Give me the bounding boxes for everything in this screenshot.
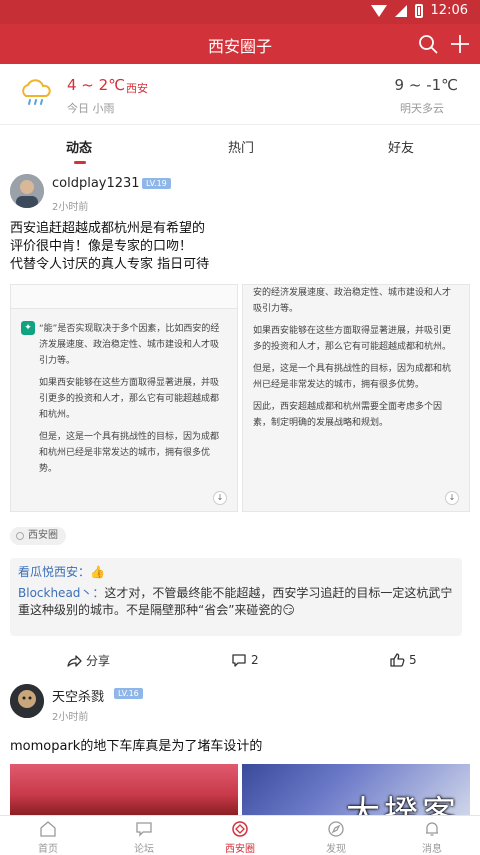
scroll-down-icon: ↓ bbox=[445, 491, 459, 505]
rain-cloud-icon bbox=[22, 79, 51, 105]
circle-icon bbox=[232, 821, 248, 837]
app-header: 西安圈子 bbox=[0, 24, 480, 64]
post-actions: 分享 2 5 bbox=[0, 646, 480, 676]
post-username[interactable]: 天空杀戮 bbox=[52, 686, 104, 705]
nav-home-label: 首页 bbox=[38, 844, 58, 855]
screenshot-paragraph: 如果西安能够在这些方面取得显著进展，并吸引更多的投资和人才，那么它有可能超越成都… bbox=[39, 378, 220, 420]
circle-tag-label: 西安圈 bbox=[28, 530, 58, 541]
comment-item: Blockhead丶：这才对，不管最终能不能超越，西安学习追赶的目标一定这杭武宁… bbox=[18, 585, 454, 619]
screenshot-text: “能”是否实现取决于多个因素，比如西安的经济发展速度、政治稳定性、城市建设和人才… bbox=[39, 321, 227, 483]
compass-icon bbox=[328, 821, 344, 837]
scroll-down-icon: ↓ bbox=[213, 491, 227, 505]
today-weather-desc: 今日 小雨 bbox=[67, 102, 115, 115]
comment-author[interactable]: Blockhead丶： bbox=[18, 586, 104, 600]
avatar[interactable] bbox=[10, 684, 44, 718]
avatar[interactable] bbox=[10, 174, 44, 208]
weather-widget[interactable]: 4 ~ 2℃ 西安 今日 小雨 9 ~ -1℃ 明天多云 bbox=[0, 64, 480, 124]
page-title: 西安圈子 bbox=[207, 37, 272, 56]
feed-tabs: 动态 热门 好友 bbox=[0, 124, 480, 170]
screenshot-paragraph: 但是，这是一个具有挑战性的目标，因为成都和杭州已经是非常发达的城市，拥有很多优势… bbox=[253, 364, 452, 390]
nav-xian-circle-label: 西安圈 bbox=[225, 844, 255, 855]
post-image-right[interactable]: 安的经济发展速度、政治稳定性、城市建设和人才吸引力等。 如果西安能够在这些方面取… bbox=[242, 284, 470, 512]
search-icon[interactable] bbox=[418, 34, 438, 54]
battery-icon bbox=[414, 3, 423, 18]
comment-item: 看瓜悦西安：👍 bbox=[18, 564, 454, 581]
nav-messages-label: 消息 bbox=[422, 844, 442, 855]
nav-home[interactable]: 首页 bbox=[18, 816, 78, 855]
thumbs-up-icon bbox=[390, 653, 405, 667]
tomorrow-temperature: 9 ~ -1℃ bbox=[394, 76, 458, 94]
comment-preview[interactable]: 看瓜悦西安：👍 Blockhead丶：这才对，不管最终能不能超越，西安学习追赶的… bbox=[10, 558, 462, 636]
comment-icon bbox=[232, 654, 246, 667]
post-card[interactable]: coldplay1231 LV.19 2小时前 西安追赶超越成都杭州是有希望的 … bbox=[0, 170, 480, 680]
today-temperature: 4 ~ 2℃ bbox=[67, 76, 126, 94]
like-button[interactable]: 5 bbox=[389, 652, 417, 668]
tab-hot[interactable]: 热门 bbox=[228, 137, 254, 156]
post-text[interactable]: 西安追赶超越成都杭州是有希望的 评价很中肯！像是专家的口吻！ 代替令人讨厌的真人… bbox=[10, 220, 209, 274]
comment-text: 👍 bbox=[90, 565, 105, 579]
tab-friends[interactable]: 好友 bbox=[388, 137, 414, 156]
nav-messages[interactable]: 消息 bbox=[402, 816, 462, 855]
share-button[interactable]: 分享 bbox=[66, 652, 110, 669]
nav-discover[interactable]: 发现 bbox=[306, 816, 366, 855]
post-time: 2小时前 bbox=[52, 712, 89, 723]
weather-city: 西安 bbox=[126, 82, 148, 95]
nav-forum[interactable]: 论坛 bbox=[114, 816, 174, 855]
screenshot-paragraph: 但是，这是一个具有挑战性的目标，因为成都和杭州已经是非常发达的城市，拥有很多优势… bbox=[39, 432, 220, 474]
status-icons: 12:06 bbox=[370, 3, 468, 18]
status-bar: 12:06 bbox=[0, 0, 480, 24]
share-label: 分享 bbox=[86, 654, 111, 668]
circle-tag[interactable]: 西安圈 bbox=[10, 527, 66, 545]
post-image-left[interactable] bbox=[10, 764, 238, 815]
post-time: 2小时前 bbox=[52, 202, 89, 213]
post-image-left[interactable]: ✦ “能”是否实现取决于多个因素，比如西安的经济发展速度、政治稳定性、城市建设和… bbox=[10, 284, 238, 512]
user-avatar-icon bbox=[10, 684, 44, 718]
home-icon bbox=[40, 821, 56, 837]
screenshot-paragraph: 因此，西安超越成都和杭州需要全面考虑多个因素，制定明确的发展战略和规划。 bbox=[253, 402, 443, 428]
bell-icon bbox=[426, 822, 438, 836]
comment-count: 2 bbox=[251, 653, 259, 667]
nav-forum-label: 论坛 bbox=[134, 844, 154, 855]
chatgpt-icon: ✦ bbox=[21, 321, 35, 335]
screenshot-paragraph: “能”是否实现取决于多个因素，比如西安的经济发展速度、政治稳定性、城市建设和人才… bbox=[39, 324, 220, 366]
tab-dynamic[interactable]: 动态 bbox=[66, 137, 92, 156]
level-badge: LV.19 bbox=[142, 178, 171, 189]
like-count: 5 bbox=[409, 653, 417, 667]
user-avatar-icon bbox=[10, 174, 44, 208]
post-username[interactable]: coldplay1231 bbox=[52, 176, 140, 191]
screenshot-text: 安的经济发展速度、政治稳定性、城市建设和人才吸引力等。 如果西安能够在这些方面取… bbox=[253, 285, 459, 437]
comment-author[interactable]: 看瓜悦西安： bbox=[18, 565, 90, 579]
screenshot-paragraph: 安的经济发展速度、政治稳定性、城市建设和人才吸引力等。 bbox=[253, 288, 452, 314]
wifi-icon bbox=[370, 4, 387, 17]
tomorrow-weather-desc: 明天多云 bbox=[400, 102, 444, 115]
add-post-icon[interactable] bbox=[450, 34, 470, 54]
share-icon bbox=[67, 654, 82, 667]
circle-tag-icon bbox=[16, 532, 24, 540]
active-tab-indicator bbox=[74, 161, 86, 164]
level-badge: LV.16 bbox=[114, 688, 143, 699]
post-text[interactable]: momopark的地下车库真是为了堵车设计的 bbox=[10, 738, 262, 756]
nav-xian-circle[interactable]: 西安圈 bbox=[210, 816, 270, 855]
nav-discover-label: 发现 bbox=[326, 844, 346, 855]
screenshot-topbar bbox=[11, 285, 237, 309]
comment-button[interactable]: 2 bbox=[231, 652, 259, 668]
signal-icon bbox=[394, 4, 407, 17]
bottom-navigation: 首页 论坛 西安圈 发现 消息 bbox=[0, 815, 480, 855]
screenshot-paragraph: 如果西安能够在这些方面取得显著进展，并吸引更多的投资和人才，那么它有可能超越成都… bbox=[253, 326, 452, 352]
status-time: 12:06 bbox=[430, 3, 468, 18]
forum-icon bbox=[136, 822, 152, 837]
